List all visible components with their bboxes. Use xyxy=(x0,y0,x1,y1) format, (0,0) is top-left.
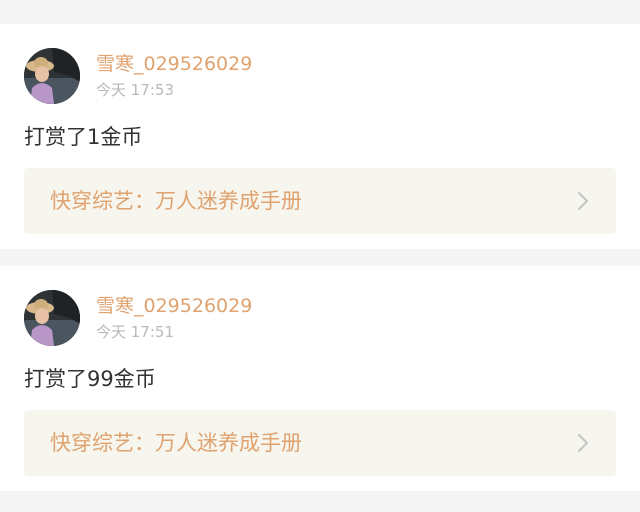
bottom-spacer xyxy=(0,491,640,512)
card-divider xyxy=(0,249,640,266)
reward-message: 打赏了1金币 xyxy=(24,125,143,149)
avatar[interactable] xyxy=(24,290,80,346)
book-title: 快穿综艺：万人迷养成手册 xyxy=(50,431,302,455)
timestamp: 今天 17:51 xyxy=(96,323,174,341)
reward-message: 打赏了99金币 xyxy=(24,367,156,391)
chevron-right-icon xyxy=(578,434,588,452)
chevron-right-icon xyxy=(578,192,588,210)
book-title: 快穿综艺：万人迷养成手册 xyxy=(50,189,302,213)
avatar-image xyxy=(24,48,80,104)
avatar-image xyxy=(24,290,80,346)
top-spacer xyxy=(0,0,640,24)
username[interactable]: 雪寒_029526029 xyxy=(96,52,252,76)
book-link[interactable]: 快穿综艺：万人迷养成手册 xyxy=(24,168,616,234)
username[interactable]: 雪寒_029526029 xyxy=(96,294,252,318)
book-link[interactable]: 快穿综艺：万人迷养成手册 xyxy=(24,410,616,476)
timestamp: 今天 17:53 xyxy=(96,81,174,99)
avatar[interactable] xyxy=(24,48,80,104)
reward-card: 雪寒_029526029 今天 17:53 打赏了1金币 快穿综艺：万人迷养成手… xyxy=(0,24,640,249)
reward-card: 雪寒_029526029 今天 17:51 打赏了99金币 快穿综艺：万人迷养成… xyxy=(0,266,640,491)
